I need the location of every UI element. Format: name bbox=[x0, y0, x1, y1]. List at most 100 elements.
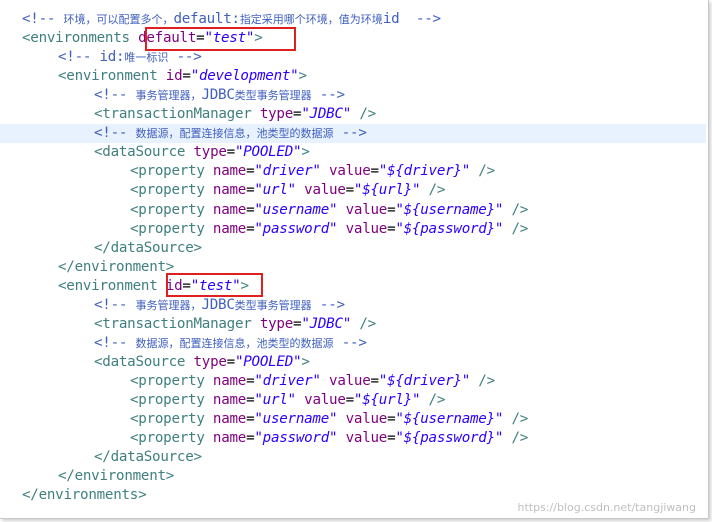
code-token: > bbox=[298, 68, 307, 84]
code-line[interactable]: <transactionManager type="JDBC" /> bbox=[0, 315, 706, 334]
code-token: --> bbox=[333, 125, 367, 141]
code-token: <dataSource bbox=[94, 144, 194, 160]
code-token: value bbox=[345, 411, 388, 427]
code-token: <environments bbox=[22, 30, 139, 46]
code-token: "test" bbox=[204, 30, 255, 46]
code-token: <!-- id: bbox=[58, 49, 125, 65]
code-line[interactable]: <environment id="development"> bbox=[0, 67, 706, 86]
code-token: value bbox=[329, 373, 371, 389]
code-token: <property bbox=[130, 221, 213, 237]
code-token: --> bbox=[311, 297, 345, 313]
code-line[interactable]: </dataSource> bbox=[0, 239, 706, 258]
code-token: value bbox=[345, 221, 388, 237]
code-token: name bbox=[212, 221, 247, 237]
code-token: "${password}" bbox=[395, 221, 504, 237]
code-token: <property bbox=[130, 202, 213, 218]
code-token: <property bbox=[130, 182, 213, 198]
code-line[interactable]: <!-- 事务管理器，JDBC类型事务管理器 --> bbox=[0, 86, 706, 105]
code-token: > bbox=[301, 354, 310, 370]
code-token: <transactionManager bbox=[94, 316, 260, 332]
code-line[interactable]: <dataSource type="POOLED"> bbox=[0, 353, 706, 372]
code-token: id --> bbox=[382, 11, 441, 27]
code-token: 环境，可以配置多个， bbox=[63, 13, 174, 26]
code-token: "url" bbox=[254, 392, 296, 408]
code-token: <property bbox=[130, 411, 213, 427]
code-token: name bbox=[212, 411, 247, 427]
code-token: "driver" bbox=[254, 373, 321, 389]
code-token: "${password}" bbox=[395, 430, 504, 446]
code-line[interactable]: <!-- 数据源，配置连接信息，池类型的数据源 --> bbox=[0, 124, 706, 143]
code-token: 数据源，配置连接信息，池类型的数据源 bbox=[135, 337, 334, 350]
code-token: type bbox=[259, 106, 294, 122]
code-line[interactable]: <property name="driver" value="${driver}… bbox=[0, 372, 706, 391]
code-line[interactable]: <property name="driver" value="${driver}… bbox=[0, 162, 706, 181]
code-token: /> bbox=[503, 430, 529, 446]
code-line[interactable]: <transactionManager type="JDBC" /> bbox=[0, 105, 706, 124]
code-line[interactable]: </environment> bbox=[0, 467, 706, 486]
code-token: name bbox=[212, 373, 247, 389]
code-token: --> bbox=[333, 335, 367, 351]
code-token: <transactionManager bbox=[94, 106, 260, 122]
code-token: "password" bbox=[254, 221, 338, 237]
code-line[interactable]: <property name="password" value="${passw… bbox=[0, 220, 706, 239]
code-token: default: bbox=[173, 11, 240, 27]
code-token: "${username}" bbox=[395, 411, 504, 427]
code-line[interactable]: <environment id="test"> bbox=[0, 277, 706, 296]
code-line[interactable]: <!-- id:唯一标识 --> bbox=[0, 48, 706, 67]
code-token: type bbox=[193, 144, 227, 160]
code-token: --> bbox=[168, 49, 202, 65]
code-token: name bbox=[212, 163, 247, 179]
code-token: "password" bbox=[254, 430, 338, 446]
code-token: 指定采用哪个环境，值为环境 bbox=[239, 13, 383, 26]
code-token: 类型事务管理器 bbox=[234, 89, 312, 102]
code-line[interactable]: <property name="username" value="${usern… bbox=[0, 410, 706, 429]
code-token: /> bbox=[420, 392, 446, 408]
code-token: --> bbox=[311, 87, 345, 103]
code-line[interactable]: <!-- 环境，可以配置多个，default:指定采用哪个环境，值为环境id -… bbox=[0, 10, 706, 29]
code-token: /> bbox=[470, 373, 495, 389]
code-token: value bbox=[329, 163, 371, 179]
code-token: default bbox=[138, 30, 197, 46]
code-line[interactable]: <!-- 事务管理器，JDBC类型事务管理器 --> bbox=[0, 296, 706, 315]
code-token: value bbox=[345, 202, 388, 218]
code-token: </environment> bbox=[58, 468, 175, 484]
code-token: "${url}" bbox=[353, 182, 421, 198]
code-token: 事务管理器， bbox=[135, 299, 202, 312]
code-token: "username" bbox=[254, 202, 338, 218]
code-line[interactable]: </dataSource> bbox=[0, 448, 706, 467]
code-token: /> bbox=[503, 411, 529, 427]
code-line[interactable]: <property name="username" value="${usern… bbox=[0, 201, 706, 220]
code-token: name bbox=[212, 392, 247, 408]
code-token: type bbox=[193, 354, 227, 370]
code-line[interactable]: <property name="url" value="${url}" /> bbox=[0, 391, 706, 410]
code-token: id bbox=[165, 68, 183, 84]
code-token: id bbox=[165, 278, 183, 294]
code-token: 类型事务管理器 bbox=[234, 299, 312, 312]
code-token: = bbox=[182, 68, 191, 84]
code-token: > bbox=[254, 30, 263, 46]
code-token: "username" bbox=[254, 411, 338, 427]
code-token: </dataSource> bbox=[94, 449, 202, 465]
code-token: = bbox=[370, 163, 380, 179]
code-line[interactable]: <environments default="test"> bbox=[0, 29, 706, 48]
code-token: <!-- bbox=[94, 335, 136, 351]
code-token: "POOLED" bbox=[234, 354, 302, 370]
code-token: "POOLED" bbox=[234, 144, 302, 160]
xml-code-editor[interactable]: <!-- 环境，可以配置多个，default:指定采用哪个环境，值为环境id -… bbox=[0, 0, 709, 519]
code-token: "${driver}" bbox=[378, 163, 471, 179]
code-token: "driver" bbox=[254, 163, 321, 179]
code-line[interactable]: </environment> bbox=[0, 258, 706, 277]
code-line[interactable]: <!-- 数据源，配置连接信息，池类型的数据源 --> bbox=[0, 334, 706, 353]
code-token: = bbox=[226, 354, 236, 370]
code-line[interactable]: <dataSource type="POOLED"> bbox=[0, 143, 706, 162]
code-line[interactable]: <property name="url" value="${url}" /> bbox=[0, 181, 706, 200]
code-token: /> bbox=[351, 316, 376, 332]
code-token: "development" bbox=[190, 68, 299, 84]
code-token: <!-- bbox=[94, 297, 136, 313]
code-line[interactable]: <property name="password" value="${passw… bbox=[0, 429, 706, 448]
